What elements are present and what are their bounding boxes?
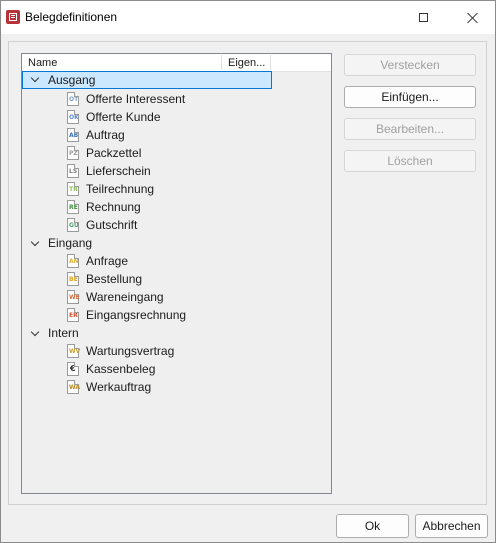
tree-item-lieferschein[interactable]: LS Lieferschein: [67, 162, 307, 180]
tree-item-kassenbeleg[interactable]: € Kassenbeleg: [67, 360, 307, 378]
column-separator[interactable]: [270, 55, 271, 70]
icon-code: PZ: [69, 150, 78, 157]
document-gu-icon: GU: [67, 218, 79, 232]
document-we-icon: WE: [67, 290, 80, 304]
icon-code: ER: [69, 312, 78, 319]
tree-item-rechnung[interactable]: RE Rechnung: [67, 198, 307, 216]
tree-item-bestellung[interactable]: BE Bestellung: [67, 270, 307, 288]
icon-code: TR: [69, 186, 78, 193]
document-pz-icon: PZ: [67, 146, 79, 160]
document-ls-icon: LS: [67, 164, 79, 178]
document-tr-icon: TR: [67, 182, 79, 196]
close-icon: [467, 12, 479, 24]
tree-item-label: Auftrag: [86, 128, 125, 142]
hide-button[interactable]: Verstecken: [344, 54, 476, 76]
close-button[interactable]: [450, 1, 496, 34]
tree-group-ausgang[interactable]: Ausgang: [22, 71, 272, 89]
tree-group-eingang[interactable]: Eingang: [22, 234, 331, 252]
tree-item-label: Bestellung: [86, 272, 143, 286]
document-an-icon: AN: [67, 254, 79, 268]
tree-item-label: Rechnung: [86, 200, 141, 214]
tree-group-label: Ausgang: [48, 73, 96, 87]
tree-item-gutschrift[interactable]: GU Gutschrift: [67, 216, 307, 234]
column-separator[interactable]: [221, 55, 222, 70]
tree-item-wartungsvertrag[interactable]: WV Wartungsvertrag: [67, 342, 307, 360]
document-euro-icon: €: [67, 362, 79, 376]
tree-item-label: Offerte Interessent: [86, 92, 186, 106]
tree-item-packzettel[interactable]: PZ Packzettel: [67, 144, 307, 162]
title-bar: Belegdefinitionen: [1, 1, 495, 34]
tree-item-werkauftrag[interactable]: WA Werkauftrag: [67, 378, 307, 396]
tree-item-label: Offerte Kunde: [86, 110, 161, 124]
tree-item-label: Packzettel: [86, 146, 142, 160]
tree-group-label: Intern: [48, 326, 79, 340]
tree-item-eingangsrechnung[interactable]: ER Eingangsrechnung: [67, 306, 307, 324]
column-header-name[interactable]: Name: [28, 57, 57, 69]
tree-item-label: Teilrechnung: [86, 182, 155, 196]
ok-button[interactable]: Ok: [336, 514, 409, 538]
tree-item-label: Anfrage: [86, 254, 129, 268]
tree-item-anfrage[interactable]: AN Anfrage: [67, 252, 307, 270]
maximize-button[interactable]: [400, 1, 446, 34]
icon-code: AN: [69, 258, 79, 265]
icon-code: RE: [69, 204, 78, 211]
document-er-icon: ER: [67, 308, 79, 322]
delete-button[interactable]: Löschen: [344, 150, 476, 172]
tree-item-label: Kassenbeleg: [86, 362, 156, 376]
document-ot-icon: OT: [67, 92, 79, 106]
document-tree[interactable]: Name Eigen... Ausgang OT Offerte Interes…: [21, 53, 332, 494]
tree-group-intern[interactable]: Intern: [22, 324, 331, 342]
tree-item-label: Wartungsvertrag: [86, 344, 175, 358]
tree-item-label: Gutschrift: [86, 218, 138, 232]
tree-item-label: Werkauftrag: [86, 380, 152, 394]
icon-code: WE: [69, 294, 80, 301]
tree-item-label: Wareneingang: [86, 290, 164, 304]
chevron-down-icon[interactable]: [30, 73, 40, 83]
dialog-window: Belegdefinitionen Name Eigen... Ausgang …: [0, 0, 496, 543]
app-icon: [6, 10, 20, 24]
tree-item-wareneingang[interactable]: WE Wareneingang: [67, 288, 307, 306]
tree-item-offerte-interessent[interactable]: OT Offerte Interessent: [67, 90, 307, 108]
tree-item-auftrag[interactable]: AB Auftrag: [67, 126, 307, 144]
chevron-down-icon[interactable]: [30, 237, 40, 247]
tree-item-teilrechnung[interactable]: TR Teilrechnung: [67, 180, 307, 198]
tree-group-label: Eingang: [48, 236, 93, 250]
icon-code: GU: [69, 222, 79, 229]
tree-item-label: Lieferschein: [86, 164, 151, 178]
maximize-icon: [418, 13, 428, 22]
icon-code: OT: [69, 96, 79, 103]
document-ab-icon: AB: [67, 128, 79, 142]
icon-code: WV: [69, 348, 81, 355]
tree-item-offerte-kunde[interactable]: OK Offerte Kunde: [67, 108, 307, 126]
document-wv-icon: WV: [67, 344, 81, 358]
tree-header: Name Eigen...: [22, 54, 331, 72]
document-be-icon: BE: [67, 272, 79, 286]
icon-code: €: [70, 364, 76, 373]
cancel-button[interactable]: Abbrechen: [415, 514, 488, 538]
edit-button[interactable]: Bearbeiten...: [344, 118, 476, 140]
icon-code: LS: [69, 168, 78, 175]
document-ok-icon: OK: [67, 110, 79, 124]
insert-button[interactable]: Einfügen...: [344, 86, 476, 108]
icon-code: OK: [69, 114, 79, 121]
icon-code: AB: [69, 132, 79, 139]
document-wa-icon: WA: [67, 380, 80, 394]
window-title: Belegdefinitionen: [25, 10, 118, 24]
icon-code: BE: [69, 276, 78, 283]
chevron-down-icon[interactable]: [30, 327, 40, 337]
tree-item-label: Eingangsrechnung: [86, 308, 187, 322]
document-re-icon: RE: [67, 200, 79, 214]
column-header-eigen[interactable]: Eigen...: [228, 57, 265, 69]
icon-code: WA: [69, 384, 80, 391]
